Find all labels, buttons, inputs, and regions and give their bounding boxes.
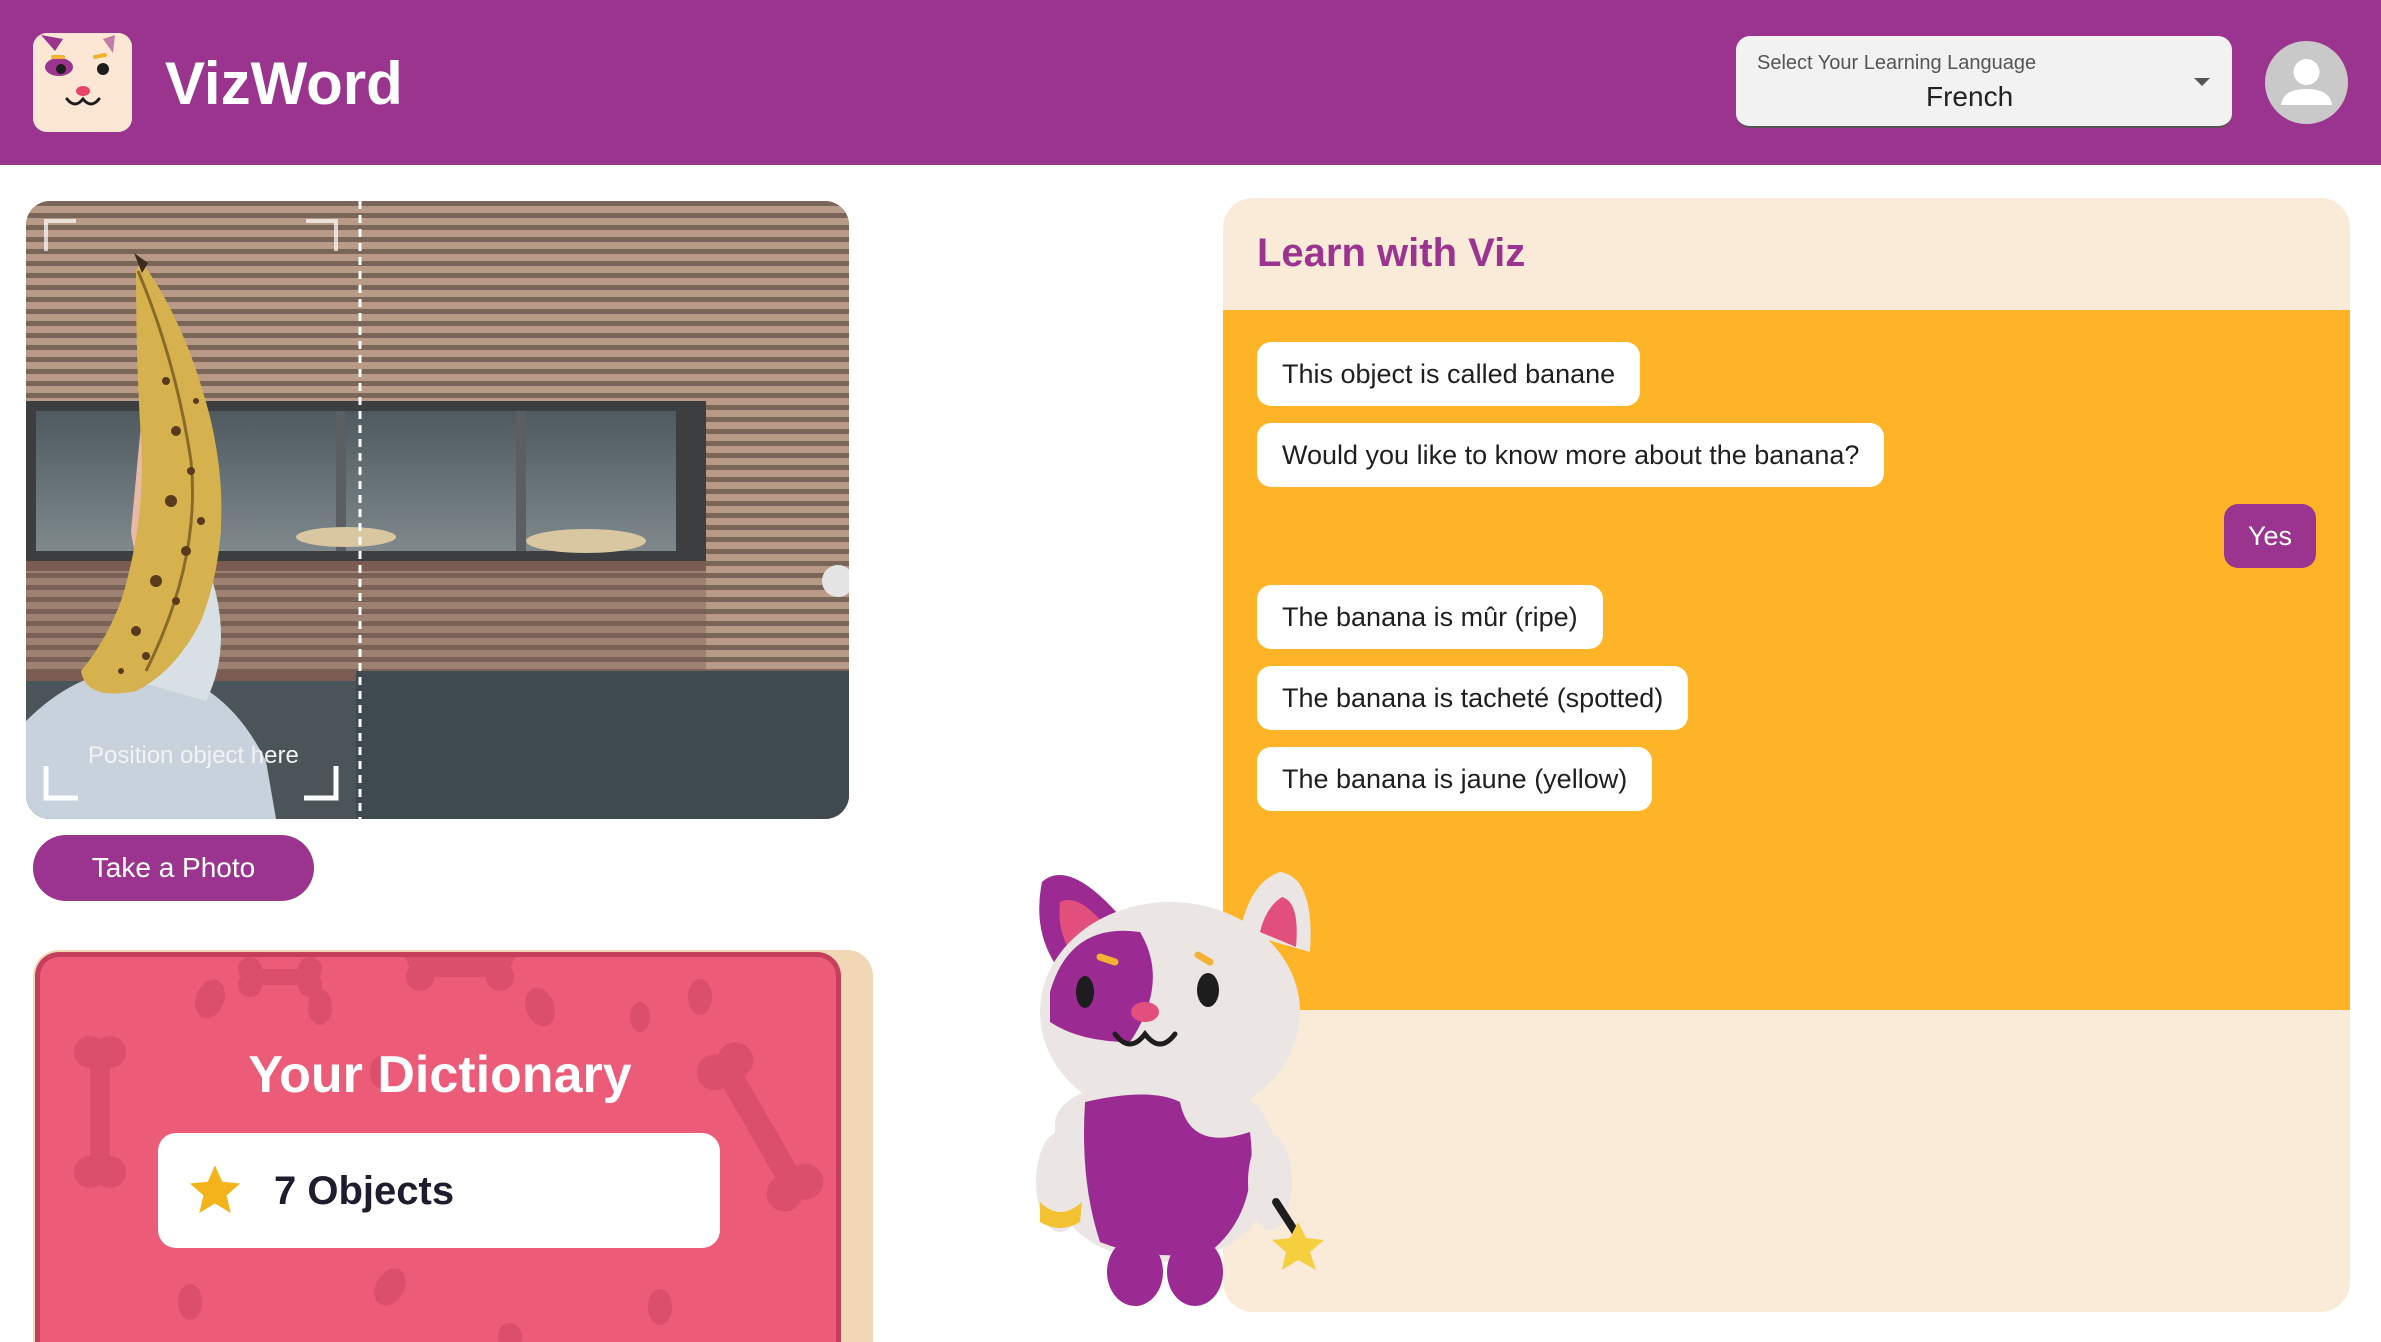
dictionary-count-label: 7 Objects bbox=[274, 1169, 455, 1213]
dictionary-count-box: 7 Objects bbox=[158, 1133, 720, 1248]
viz-mascot bbox=[1030, 862, 1350, 1312]
chat-message-viz: This object is called banane bbox=[1257, 342, 1641, 406]
chat-message-viz: Would you like to know more about the ba… bbox=[1257, 423, 1885, 487]
app-title: VizWord bbox=[165, 50, 403, 117]
chat-message-viz: The banana is mûr (ripe) bbox=[1257, 585, 1603, 649]
chat-message-user: Yes bbox=[2223, 504, 2316, 568]
language-select[interactable]: Select Your Learning Language French bbox=[1736, 36, 2232, 128]
take-photo-button[interactable]: Take a Photo bbox=[33, 835, 314, 901]
chat-message-viz: The banana is jaune (yellow) bbox=[1257, 747, 1653, 811]
dictionary-card[interactable]: Your Dictionary 7 Objects bbox=[33, 950, 873, 1342]
camera-preview[interactable]: Position object here bbox=[26, 201, 849, 819]
chat-message-viz: The banana is tacheté (spotted) bbox=[1257, 666, 1689, 730]
logo-icon bbox=[33, 33, 132, 132]
chat-title: Learn with Viz bbox=[1257, 231, 1526, 275]
language-select-label: Select Your Learning Language bbox=[1757, 52, 2037, 74]
language-select-value: French bbox=[1926, 81, 2014, 112]
chat-panel: Learn with Viz This object is called ban… bbox=[1223, 198, 2350, 1312]
camera-feed-image bbox=[26, 201, 849, 819]
chat-messages-area: This object is called banane Would you l… bbox=[1223, 310, 2350, 1010]
app-root: VizWord Select Your Learning Language Fr… bbox=[0, 0, 2381, 1342]
camera-guide-caption: Position object here bbox=[88, 742, 299, 769]
dictionary-title: Your Dictionary bbox=[248, 1046, 632, 1104]
dictionary-card-front: Your Dictionary 7 Objects bbox=[35, 952, 841, 1342]
top-bar: VizWord Select Your Learning Language Fr… bbox=[0, 0, 2381, 165]
star-icon bbox=[189, 1165, 241, 1213]
user-avatar-icon[interactable] bbox=[2265, 41, 2348, 124]
chevron-down-icon bbox=[2194, 78, 2210, 86]
